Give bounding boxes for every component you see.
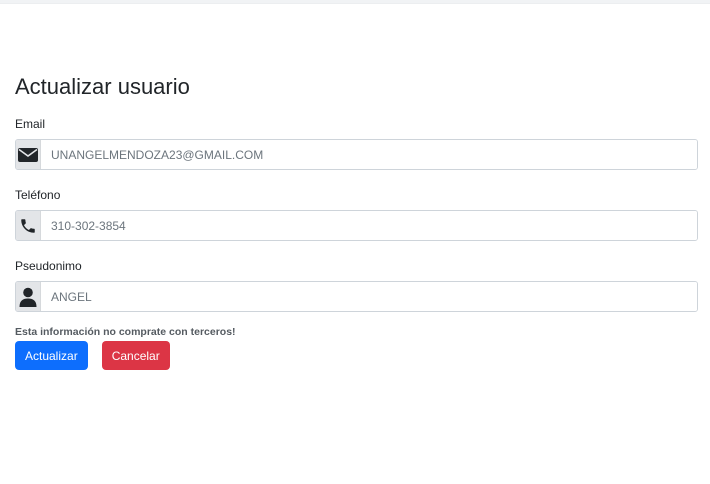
phone-field-group: Teléfono <box>15 188 698 241</box>
nickname-input[interactable] <box>41 282 697 311</box>
email-field-group: Email <box>15 117 698 170</box>
form-actions: Actualizar Cancelar <box>15 341 698 370</box>
nickname-field-group: Pseudonimo <box>15 259 698 312</box>
nickname-label: Pseudonimo <box>15 259 82 273</box>
user-icon <box>16 282 41 311</box>
top-bar <box>0 0 710 4</box>
phone-input[interactable] <box>41 211 697 240</box>
envelope-icon <box>16 140 41 169</box>
nickname-input-group <box>15 281 698 312</box>
email-label: Email <box>15 117 46 131</box>
privacy-note: Esta información no comprate con tercero… <box>15 326 236 338</box>
phone-label: Teléfono <box>15 188 61 202</box>
phone-icon <box>16 211 41 240</box>
update-button[interactable]: Actualizar <box>15 341 88 370</box>
cancel-button[interactable]: Cancelar <box>101 341 170 370</box>
page-title: Actualizar usuario <box>15 74 190 99</box>
phone-input-group <box>15 210 698 241</box>
update-user-form: Actualizar usuario Email Teléfono Pseudo… <box>15 72 698 370</box>
email-input[interactable] <box>41 140 697 169</box>
email-input-group <box>15 139 698 170</box>
